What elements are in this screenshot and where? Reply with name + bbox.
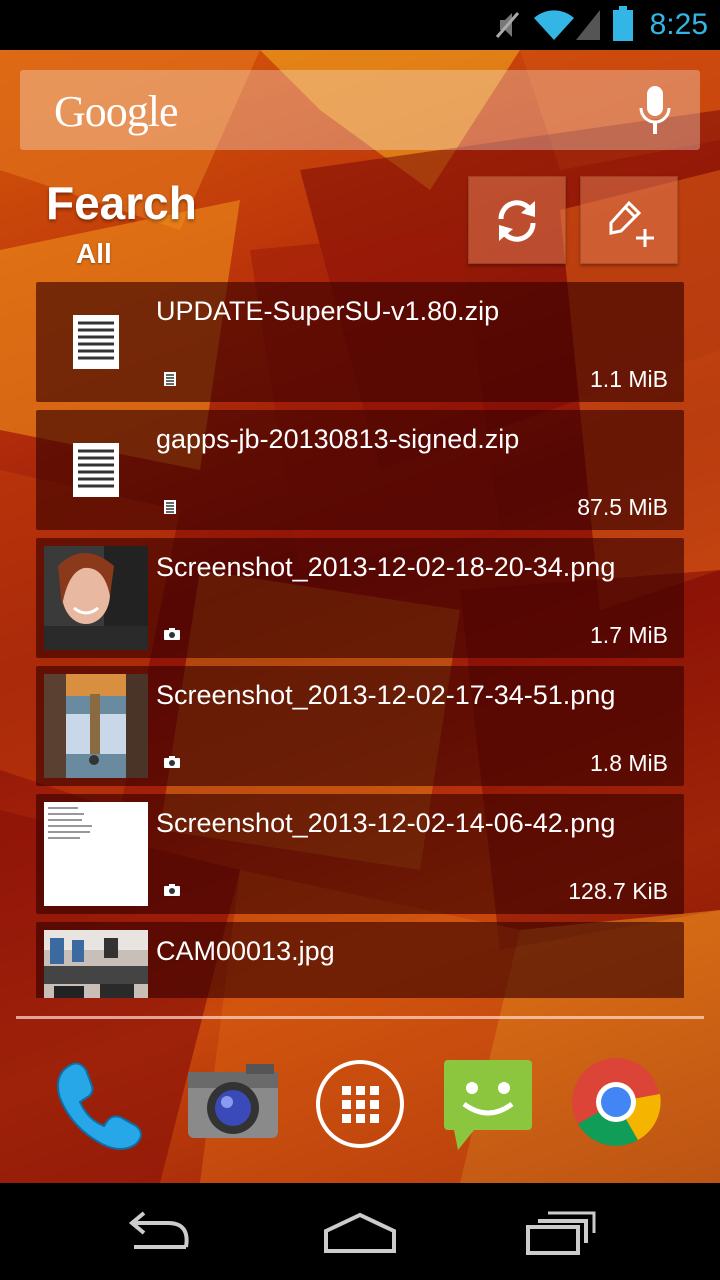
file-name: Screenshot_2013-12-02-18-20-34.png	[156, 552, 616, 582]
file-name: CAM00013.jpg	[156, 936, 335, 966]
new-note-icon	[609, 200, 654, 247]
file-list[interactable]: UPDATE-SuperSU-v1.80.zip 1.1 MiB gapps-j…	[36, 282, 684, 998]
document-type-icon	[164, 500, 176, 514]
file-size: 1.7 MiB	[590, 622, 668, 648]
recents-icon[interactable]	[524, 1211, 596, 1255]
refresh-button[interactable]	[468, 176, 566, 264]
file-row[interactable]: Screenshot_2013-12-02-14-06-42.png 128.7…	[36, 794, 684, 914]
camera-type-icon	[164, 628, 180, 640]
battery-icon	[613, 6, 633, 41]
camera-icon[interactable]	[186, 1056, 282, 1152]
widget-title: Fearch	[46, 177, 197, 229]
google-logo: Google	[54, 87, 179, 136]
file-name: gapps-jb-20130813-signed.zip	[156, 424, 520, 454]
file-size: 1.8 MiB	[590, 750, 668, 776]
search-bar[interactable]: Google	[20, 70, 700, 150]
camera-type-icon	[164, 756, 180, 768]
status-clock: 8:25	[649, 8, 708, 41]
messaging-icon[interactable]	[440, 1056, 536, 1152]
back-icon[interactable]	[124, 1211, 196, 1255]
document-icon	[44, 418, 148, 522]
photo-thumbnail	[44, 802, 148, 906]
camera-type-icon	[164, 884, 180, 896]
document-type-icon	[164, 372, 176, 386]
new-note-button[interactable]	[580, 176, 678, 264]
file-name: Screenshot_2013-12-02-14-06-42.png	[156, 808, 616, 838]
wifi-icon	[534, 10, 574, 40]
file-size: 87.5 MiB	[577, 494, 668, 520]
document-icon	[44, 290, 148, 394]
file-name: Screenshot_2013-12-02-17-34-51.png	[156, 680, 616, 710]
file-name: UPDATE-SuperSU-v1.80.zip	[156, 296, 500, 326]
chrome-icon[interactable]	[568, 1054, 664, 1150]
dock-divider	[16, 1016, 704, 1019]
photo-thumbnail	[44, 546, 148, 650]
file-row[interactable]: UPDATE-SuperSU-v1.80.zip 1.1 MiB	[36, 282, 684, 402]
signal-icon	[576, 10, 600, 40]
mute-icon	[495, 12, 520, 38]
refresh-icon	[498, 200, 536, 242]
filter-label[interactable]: All	[76, 238, 112, 270]
phone-icon[interactable]	[52, 1056, 148, 1152]
photo-thumbnail	[44, 930, 148, 998]
file-row[interactable]: gapps-jb-20130813-signed.zip 87.5 MiB	[36, 410, 684, 530]
file-row[interactable]: CAM00013.jpg	[36, 922, 684, 998]
file-row[interactable]: Screenshot_2013-12-02-17-34-51.png 1.8 M…	[36, 666, 684, 786]
file-size: 1.1 MiB	[590, 366, 668, 392]
app-drawer-icon[interactable]	[312, 1058, 408, 1154]
file-row[interactable]: Screenshot_2013-12-02-18-20-34.png 1.7 M…	[36, 538, 684, 658]
status-bar: 8:25	[0, 0, 720, 50]
file-size: 128.7 KiB	[568, 878, 668, 904]
photo-thumbnail	[44, 674, 148, 778]
navigation-bar	[0, 1183, 720, 1280]
mic-icon[interactable]	[638, 86, 672, 136]
home-icon[interactable]	[320, 1211, 400, 1255]
